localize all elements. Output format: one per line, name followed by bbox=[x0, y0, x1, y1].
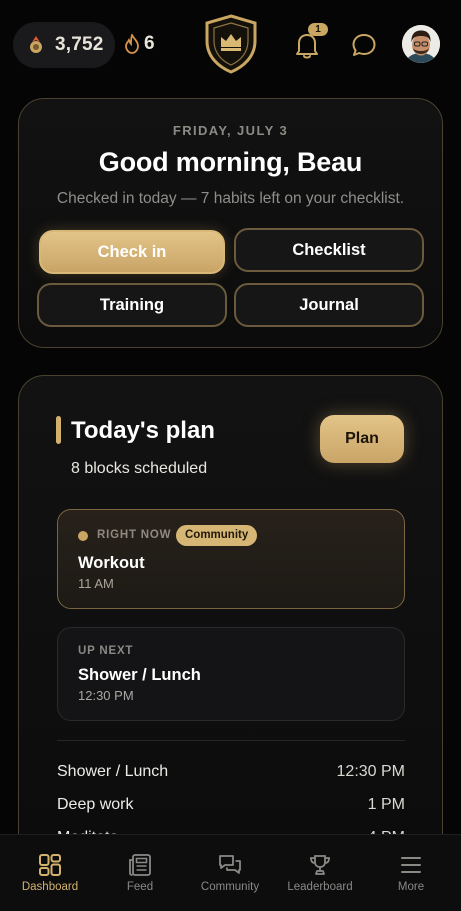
current-date: FRIDAY, JULY 3 bbox=[172, 123, 289, 138]
community-tag: Community bbox=[176, 525, 258, 546]
checklist-button[interactable]: Checklist bbox=[234, 228, 424, 272]
schedule-item-time: 12:30 PM bbox=[336, 763, 405, 780]
nav-label: Dashboard bbox=[21, 881, 79, 893]
nav-item-dashboard[interactable]: Dashboard bbox=[4, 835, 96, 911]
schedule-divider bbox=[57, 740, 405, 741]
plan-button[interactable]: Plan bbox=[320, 415, 404, 463]
current-block-title: Workout bbox=[78, 554, 145, 572]
top-bar: 3,752 6 1 bbox=[0, 0, 461, 92]
crown-shield-logo-icon[interactable] bbox=[203, 13, 259, 75]
notification-badge: 1 bbox=[308, 23, 328, 36]
streak-counter[interactable]: 6 bbox=[124, 33, 155, 55]
dashboard-icon bbox=[39, 854, 61, 876]
blocks-scheduled-count: 8 blocks scheduled bbox=[71, 460, 208, 477]
nav-label: More bbox=[397, 881, 425, 893]
nav-item-feed[interactable]: Feed bbox=[94, 835, 186, 911]
schedule-item-time: 1 PM bbox=[367, 796, 405, 813]
next-block-title: Shower / Lunch bbox=[78, 666, 201, 684]
plan-accent-bar bbox=[56, 416, 61, 444]
nav-item-community[interactable]: Community bbox=[184, 835, 276, 911]
current-block-card[interactable]: RIGHT NOW Community Workout 11 AM bbox=[57, 509, 405, 609]
coin-count: 3,752 bbox=[55, 34, 104, 55]
schedule-row[interactable]: Deep work 1 PM bbox=[57, 796, 405, 820]
nav-item-more[interactable]: More bbox=[365, 835, 457, 911]
live-indicator-dot bbox=[78, 531, 88, 541]
messages-chat-icon[interactable] bbox=[350, 31, 378, 59]
nav-label: Community bbox=[200, 881, 260, 893]
schedule-row[interactable]: Shower / Lunch 12:30 PM bbox=[57, 763, 405, 787]
todays-plan-card: Today's plan 8 blocks scheduled Plan RIG… bbox=[18, 375, 443, 846]
training-button[interactable]: Training bbox=[37, 283, 227, 327]
schedule-item-name: Deep work bbox=[57, 796, 134, 813]
plan-title: Today's plan bbox=[71, 417, 215, 444]
current-block-time: 11 AM bbox=[78, 576, 114, 591]
coin-balance[interactable]: 3,752 bbox=[13, 22, 115, 68]
right-now-label: RIGHT NOW bbox=[97, 529, 172, 541]
greeting-card: FRIDAY, JULY 3 Good morning, Beau Checke… bbox=[18, 98, 443, 348]
user-avatar[interactable] bbox=[402, 25, 440, 63]
nav-label: Feed bbox=[126, 881, 154, 893]
community-icon bbox=[219, 855, 241, 874]
journal-button[interactable]: Journal bbox=[234, 283, 424, 327]
streak-count: 6 bbox=[144, 33, 155, 54]
feed-icon bbox=[129, 854, 151, 876]
nav-item-leaderboard[interactable]: Leaderboard bbox=[274, 835, 366, 911]
nav-label: Leaderboard bbox=[287, 881, 353, 893]
next-block-card[interactable]: UP NEXT Shower / Lunch 12:30 PM bbox=[57, 627, 405, 721]
next-block-time: 12:30 PM bbox=[78, 688, 134, 703]
trophy-icon bbox=[310, 855, 330, 875]
bottom-navigation: Dashboard Feed Community Leaderboard Mor… bbox=[0, 834, 461, 911]
menu-icon bbox=[401, 857, 421, 873]
avatar-face-icon bbox=[402, 25, 440, 63]
check-in-button[interactable]: Check in bbox=[39, 230, 225, 274]
schedule-item-name: Shower / Lunch bbox=[57, 763, 169, 780]
checkin-status-text: Checked in today — 7 habits left on your… bbox=[56, 190, 405, 207]
flame-icon bbox=[125, 34, 139, 54]
greeting-heading: Good morning, Beau bbox=[98, 147, 363, 177]
coin-icon bbox=[30, 36, 42, 53]
up-next-label: UP NEXT bbox=[78, 645, 134, 657]
